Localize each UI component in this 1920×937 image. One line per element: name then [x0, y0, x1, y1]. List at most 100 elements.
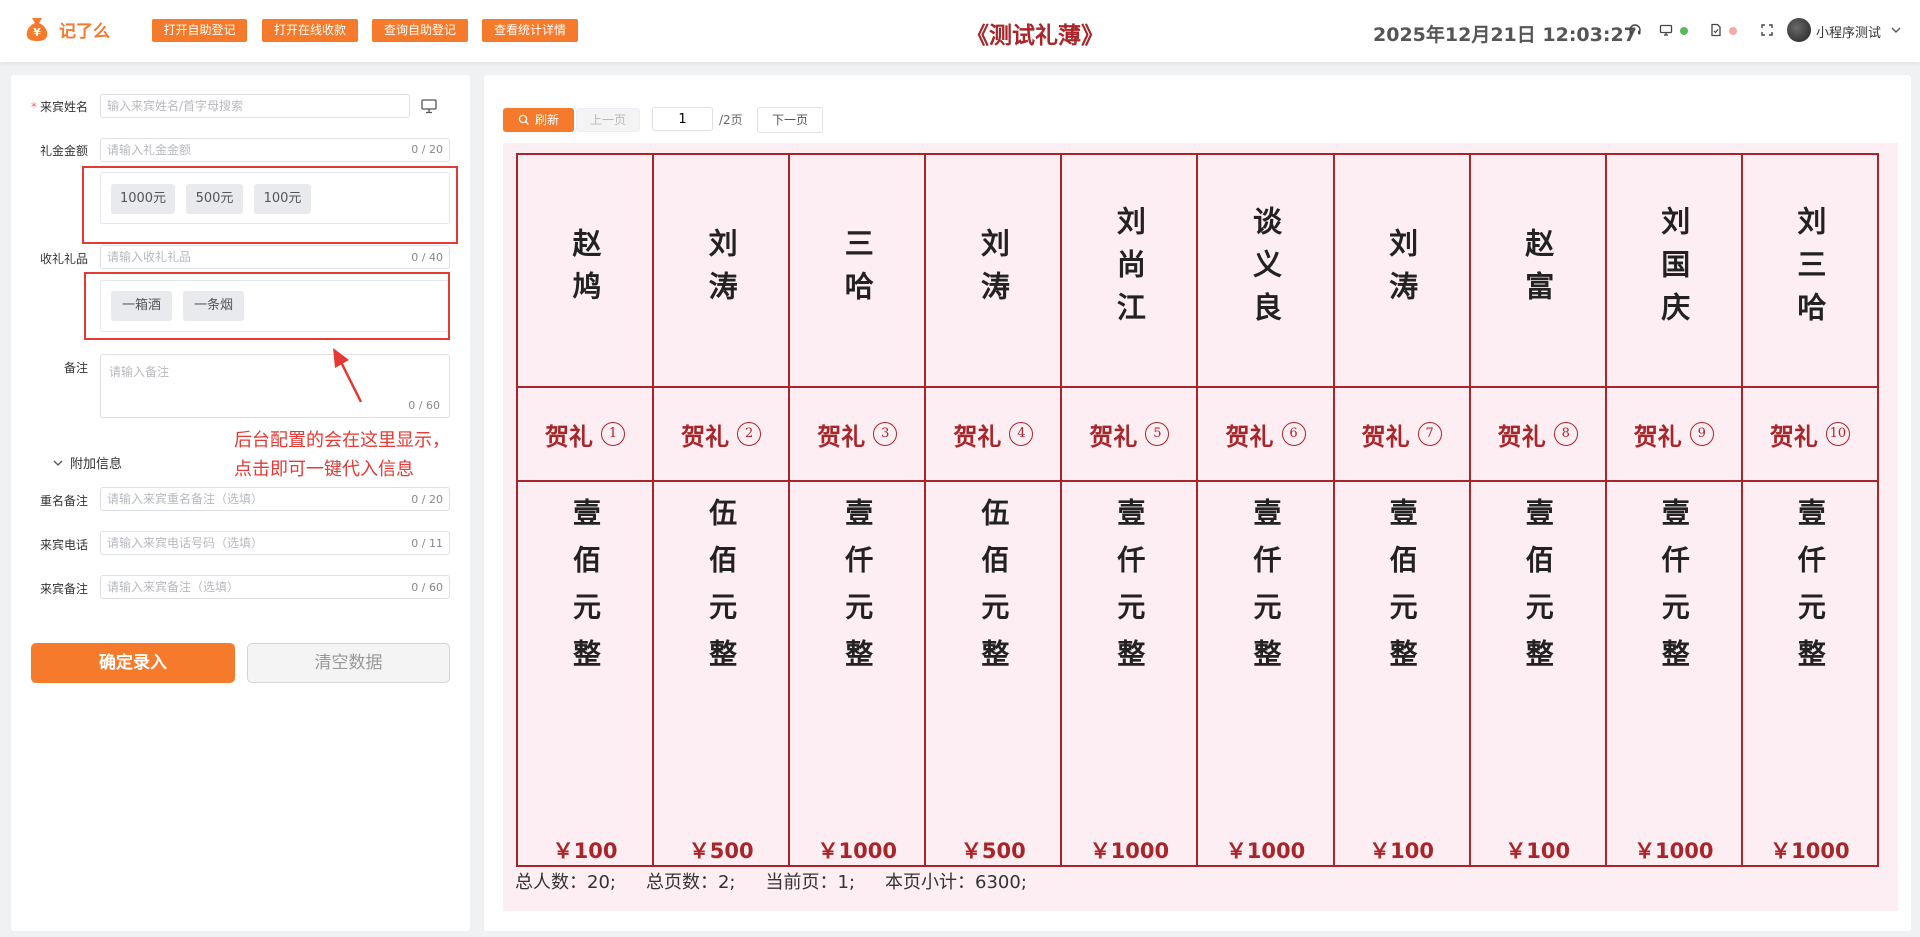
- gift-entry-column[interactable]: 刘涛 贺礼 4 伍佰元整 ￥500: [924, 155, 1061, 865]
- gift-item-label: 收礼礼品: [39, 252, 88, 266]
- guest-name-input[interactable]: [100, 94, 410, 118]
- guest-name: 谈义良: [1248, 206, 1283, 335]
- gift-entry-column[interactable]: 谈义良 贺礼 6 壹仟元整 ￥1000: [1196, 155, 1333, 865]
- gift-entry-amount-cell: 壹仟元整: [1607, 498, 1741, 688]
- phone-label: 来宾电话: [39, 538, 88, 552]
- document-icon[interactable]: [1707, 21, 1725, 39]
- total-pages: 总页数：2;: [645, 872, 736, 893]
- guest-name: 刘涛: [1384, 227, 1419, 314]
- gift-entry-tag-cell: 贺礼 8: [1470, 388, 1605, 482]
- entry-number: 8: [1553, 422, 1578, 446]
- gift-entry-amount-cell: 壹仟元整: [1198, 498, 1332, 688]
- gift-entry-column[interactable]: 刘三哈 贺礼 10 壹仟元整 ￥1000: [1740, 155, 1877, 865]
- app-name: 记了么: [59, 21, 110, 42]
- gift-entry-tag-cell: 贺礼 7: [1334, 388, 1469, 482]
- amount-chinese: 壹仟元整: [1793, 498, 1827, 686]
- clear-button[interactable]: 清空数据: [247, 643, 450, 683]
- guest-name: 刘三哈: [1792, 206, 1827, 335]
- gift-entry-tag-cell: 贺礼 4: [926, 388, 1061, 482]
- phone-counter: 0 / 11: [411, 537, 443, 550]
- amount-chinese: 壹仟元整: [1249, 498, 1283, 686]
- user-name[interactable]: 小程序测试: [1816, 22, 1881, 41]
- gift-entry-column[interactable]: 刘涛贺礼 7 壹佰元整 ￥100: [1332, 155, 1469, 865]
- gift-entry-column[interactable]: 刘尚江 贺礼 5 壹仟元整 ￥1000: [1060, 155, 1197, 865]
- gift-entry-column[interactable]: 赵鸠 贺礼 1 壹佰元整 ￥100: [518, 155, 653, 865]
- app-logo[interactable]: ¥ 记了么: [23, 15, 110, 43]
- entry-number: 4: [1009, 422, 1034, 446]
- entry-number: 10: [1825, 422, 1850, 446]
- fullscreen-icon[interactable]: [1758, 21, 1776, 39]
- gift-tag: 贺礼: [1089, 421, 1138, 451]
- gift-money-label: 礼金金额: [39, 144, 88, 158]
- svg-text:¥: ¥: [33, 26, 41, 39]
- chevron-down-icon[interactable]: [1890, 23, 1902, 37]
- gift-entry-amount-cell: 壹佰元整: [1471, 498, 1605, 688]
- gift-entry-column[interactable]: 三哈 贺礼 3 壹仟元整 ￥1000: [788, 155, 925, 865]
- query-self-register-button[interactable]: 查询自助登记: [372, 19, 468, 42]
- gift-entry-column[interactable]: 刘国庆 贺礼 9 壹仟元整 ￥1000: [1604, 155, 1741, 865]
- amount-numeric: ￥100: [1505, 839, 1571, 863]
- amount-chinese: 壹仟元整: [1657, 498, 1691, 686]
- guest-name: 赵富: [1520, 227, 1555, 314]
- top-header: ¥ 记了么 打开自助登记 打开在线收款 查询自助登记 查看统计详情 《测试礼薄》…: [0, 0, 1920, 62]
- amount-numeric: ￥1000: [1225, 839, 1306, 863]
- gift-entry-column[interactable]: 赵富贺礼 8 壹佰元整 ￥100: [1468, 155, 1605, 865]
- avatar[interactable]: [1787, 18, 1811, 42]
- amount-numeric: ￥100: [1369, 839, 1435, 863]
- gift-entry-column[interactable]: 刘涛 贺礼 2 伍佰元整 ￥500: [652, 155, 789, 865]
- gift-tag: 贺礼: [817, 421, 866, 451]
- prev-page-button[interactable]: 上一页: [576, 108, 640, 132]
- gift-book-grid: 赵鸠 贺礼 1 壹佰元整 ￥100 刘涛 贺礼 2 伍佰元整 ￥500 三哈 贺礼 3 壹仟元整 ￥1000…: [516, 153, 1879, 867]
- amount-chinese: 壹佰元整: [1521, 498, 1555, 686]
- extra-info-toggle[interactable]: 附加信息: [52, 453, 122, 472]
- book-title: 《测试礼薄》: [966, 22, 1104, 49]
- gift-entry-name-cell: 刘涛: [926, 155, 1061, 388]
- current-datetime: 2025年12月21日 12:03:27: [1373, 24, 1637, 46]
- headset-icon[interactable]: [1626, 21, 1644, 39]
- gift-entry-tag-cell: 贺礼 1: [518, 388, 653, 482]
- open-self-register-button[interactable]: 打开自助登记: [152, 19, 247, 42]
- page-number-input[interactable]: [652, 107, 713, 131]
- search-icon: [518, 114, 529, 125]
- monitor-icon[interactable]: [420, 97, 438, 115]
- gift-tag: 贺礼: [1361, 421, 1410, 451]
- summary-bar: 总人数：20; 总页数：2; 当前页：1; 本页小计：6300;: [515, 868, 1027, 894]
- gift-tag: 贺礼: [1225, 421, 1274, 451]
- entry-number: 5: [1145, 422, 1170, 446]
- amount-chinese: 壹佰元整: [569, 498, 603, 686]
- highlight-box-money: [82, 166, 458, 244]
- gift-tag: 贺礼: [1633, 421, 1682, 451]
- dup-remark-label: 重名备注: [39, 494, 88, 508]
- entry-number: 3: [873, 422, 898, 446]
- refresh-label: 刷新: [534, 113, 559, 127]
- guest-name-label: * 来宾姓名: [30, 100, 88, 114]
- amount-numeric: ￥500: [960, 839, 1026, 863]
- next-page-button[interactable]: 下一页: [757, 107, 823, 133]
- total-pages-label: /2页: [719, 113, 743, 127]
- gift-entry-name-cell: 赵鸠: [518, 155, 653, 388]
- gift-entry-amount-cell: 壹仟元整: [1062, 498, 1196, 688]
- online-status-dot: [1680, 27, 1688, 35]
- gift-entry-name-cell: 谈义良: [1198, 155, 1333, 388]
- gift-tag: 贺礼: [681, 421, 730, 451]
- open-online-payment-button[interactable]: 打开在线收款: [262, 19, 358, 42]
- gift-entry-name-cell: 刘尚江: [1062, 155, 1197, 388]
- amount-chinese: 伍佰元整: [705, 498, 739, 686]
- guest-name: 刘尚江: [1112, 206, 1147, 335]
- gift-tag: 贺礼: [1497, 421, 1546, 451]
- page-subtotal: 本页小计：6300;: [885, 872, 1027, 893]
- remark-counter: 0 / 60: [408, 399, 440, 412]
- gift-tag: 贺礼: [1769, 421, 1818, 451]
- gift-entry-tag-cell: 贺礼 3: [790, 388, 925, 482]
- chevron-down-icon: [53, 460, 63, 466]
- gift-tag: 贺礼: [545, 421, 594, 451]
- amount-chinese: 壹佰元整: [1385, 498, 1419, 686]
- submit-button[interactable]: 确定录入: [31, 643, 235, 683]
- guest-remark-label: 来宾备注: [39, 582, 88, 596]
- amount-numeric: ￥1000: [817, 839, 897, 863]
- gift-entry-name-cell: 刘涛: [654, 155, 789, 388]
- money-bag-icon: ¥: [26, 18, 48, 41]
- monitor-icon[interactable]: [1657, 21, 1675, 39]
- view-stats-button[interactable]: 查看统计详情: [482, 19, 578, 42]
- refresh-button[interactable]: 刷新: [503, 108, 574, 132]
